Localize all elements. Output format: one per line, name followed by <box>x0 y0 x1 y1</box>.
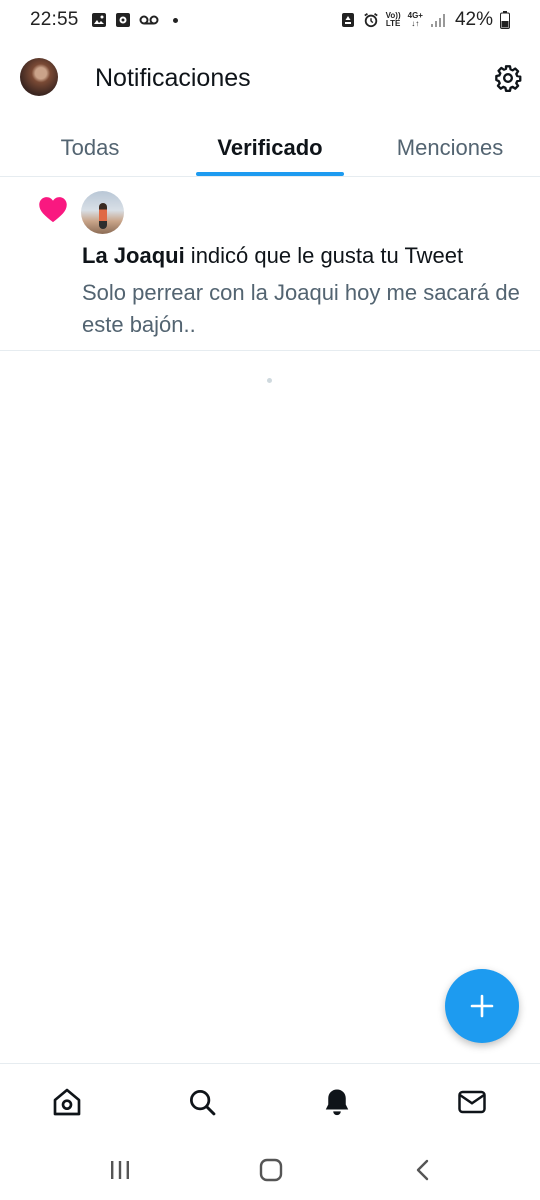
nav-messages[interactable] <box>454 1084 490 1120</box>
user-avatar[interactable] <box>81 191 124 234</box>
screen: 22:55 Vo)) LTE 4G+ ↓↑ 42% Notificaciones… <box>0 0 540 1200</box>
voicemail-icon <box>139 12 159 28</box>
notification-dot <box>172 17 178 23</box>
status-left: 22:55 <box>30 9 178 31</box>
status-bar: 22:55 Vo)) LTE 4G+ ↓↑ 42% <box>0 0 540 40</box>
mail-icon <box>458 1090 486 1114</box>
nav-notifications[interactable] <box>319 1084 355 1120</box>
recents-button[interactable] <box>105 1156 135 1184</box>
notification-action: indicó que le gusta tu Tweet <box>184 243 464 268</box>
system-navigation <box>0 1140 540 1200</box>
nav-home[interactable] <box>49 1084 85 1120</box>
bell-icon <box>325 1089 349 1116</box>
heart-icon <box>39 197 67 223</box>
notification-tabs: Todas Verificado Menciones <box>0 120 540 177</box>
app-header: Notificaciones <box>0 52 540 106</box>
home-icon <box>53 1088 81 1116</box>
notification-item[interactable]: La Joaqui indicó que le gusta tu Tweet S… <box>0 177 540 351</box>
profile-avatar[interactable] <box>20 58 58 96</box>
image-icon <box>91 12 107 28</box>
signal-icon <box>430 12 448 28</box>
home-circle-icon <box>259 1158 283 1182</box>
plus-icon <box>470 994 494 1018</box>
nav-search[interactable] <box>184 1084 220 1120</box>
search-icon <box>190 1090 216 1116</box>
notification-text: La Joaqui indicó que le gusta tu Tweet <box>82 243 463 269</box>
alarm-icon <box>363 12 379 28</box>
gear-icon <box>495 65 522 92</box>
status-right: Vo)) LTE 4G+ ↓↑ 42% <box>340 9 510 31</box>
tweet-preview[interactable]: Solo perrear con la Joaqui hoy me sacará… <box>82 277 522 341</box>
tab-menciones[interactable]: Menciones <box>360 120 540 176</box>
battery-percent: 42% <box>454 9 493 30</box>
home-system-button[interactable] <box>256 1156 286 1184</box>
app-icon <box>115 12 131 28</box>
battery-icon <box>500 11 510 29</box>
recycle-icon <box>340 12 356 28</box>
back-button[interactable] <box>408 1156 438 1184</box>
recents-icon <box>111 1161 129 1179</box>
page-title: Notificaciones <box>95 64 251 92</box>
status-time: 22:55 <box>30 9 79 30</box>
tab-todas[interactable]: Todas <box>0 120 180 176</box>
notification-user[interactable]: La Joaqui <box>82 243 185 268</box>
loading-indicator <box>267 378 272 383</box>
tab-verificado[interactable]: Verificado <box>180 120 360 176</box>
active-tab-indicator <box>196 172 344 176</box>
back-icon <box>416 1159 429 1181</box>
bottom-navigation <box>0 1063 540 1137</box>
settings-button[interactable] <box>492 62 524 94</box>
network-indicator: 4G+ ↓↑ <box>407 11 423 28</box>
compose-button[interactable] <box>445 969 519 1043</box>
volte-indicator: Vo)) LTE <box>385 11 401 28</box>
